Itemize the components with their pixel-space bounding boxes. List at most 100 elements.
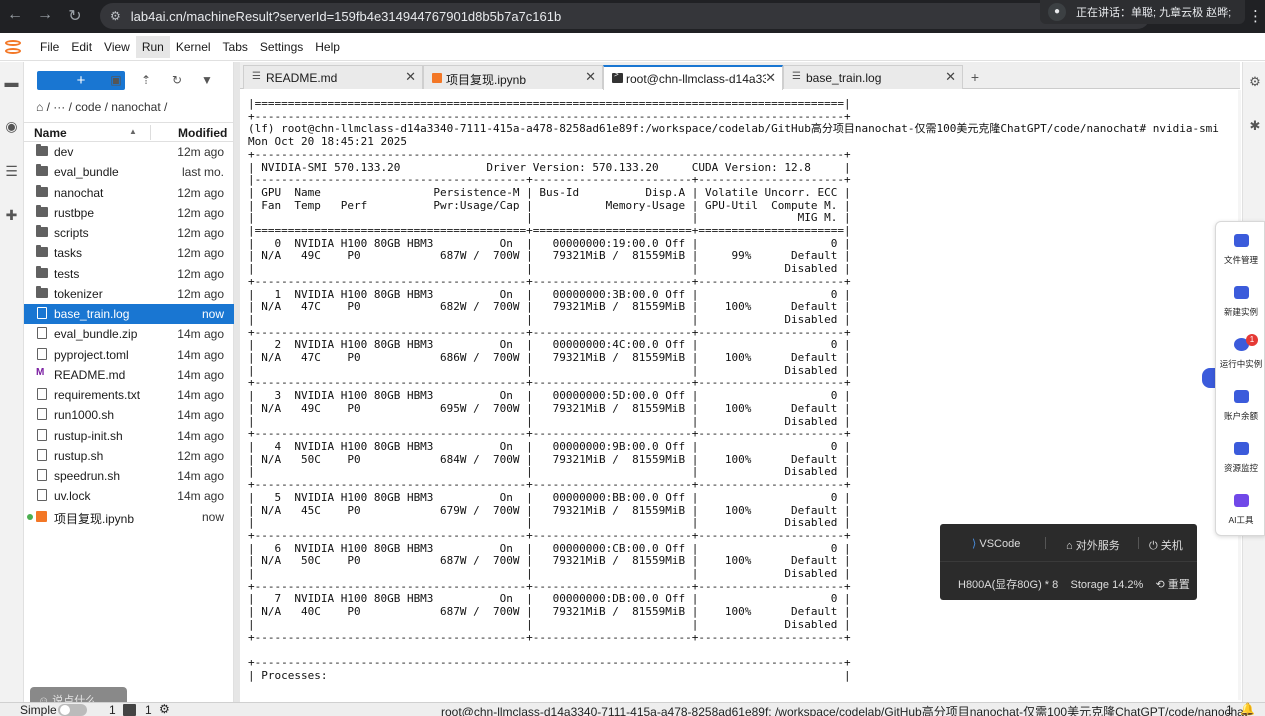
extension-icon[interactable]: ✚ xyxy=(0,203,23,227)
notification-count[interactable]: 1 xyxy=(1226,703,1233,716)
file-icon xyxy=(37,469,47,481)
column-divider[interactable] xyxy=(150,125,151,140)
column-modified[interactable]: Modified xyxy=(178,126,227,140)
shutdown-button[interactable]: ⏻ 关机 xyxy=(1149,537,1183,553)
running-icon[interactable]: ◉ xyxy=(0,114,23,138)
file-list-item[interactable]: 项目复现.ipynb now xyxy=(24,507,234,527)
file-list-item[interactable]: rustup-init.sh 14m ago xyxy=(24,426,234,446)
file-list-item[interactable]: M README.md 14m ago xyxy=(24,365,234,385)
file-browser: + ▣ ⇡ ↻ ▼ ⌂ / ··· / code / nanochat / Na… xyxy=(24,62,234,715)
label: 资源监控 xyxy=(1223,463,1258,473)
file-name: eval_bundle.zip xyxy=(54,327,138,342)
external-service-button[interactable]: ⌂ 对外服务 xyxy=(1066,537,1120,553)
tab-terminal[interactable]: root@chn-llmclass-d14a33 ✕ xyxy=(603,65,783,90)
back-icon[interactable]: ← xyxy=(4,6,26,24)
toc-icon[interactable]: ☰ xyxy=(0,159,23,183)
file-list-item[interactable]: scripts 12m ago xyxy=(24,223,234,243)
tab-notebook[interactable]: 项目复现.ipynb ✕ xyxy=(423,65,603,89)
file-list-item[interactable]: base_train.log now xyxy=(24,304,234,324)
close-icon[interactable]: ✕ xyxy=(765,70,776,86)
speaking-indicator: ● 正在讲话：单聪; 九章云极 赵晔; xyxy=(1040,0,1245,24)
kernel-count[interactable]: 1 xyxy=(145,703,152,716)
file-modified: 14m ago xyxy=(177,327,224,342)
filter-icon[interactable]: ▼ xyxy=(197,71,217,90)
file-list-item[interactable]: rustup.sh 12m ago xyxy=(24,446,234,466)
menu-help[interactable]: Help xyxy=(309,36,346,58)
terminal-panel[interactable]: |=======================================… xyxy=(240,90,1238,700)
menu-kernel[interactable]: Kernel xyxy=(170,36,217,58)
file-list-item[interactable]: pyproject.toml 14m ago xyxy=(24,345,234,365)
new-folder-icon[interactable]: ▣ xyxy=(106,71,126,90)
file-name: scripts xyxy=(54,226,89,240)
file-manager-button[interactable]: 文件管理 xyxy=(1216,234,1265,266)
tab-label: 项目复现.ipynb xyxy=(446,73,527,87)
reset-button[interactable]: ⟲ 重置 xyxy=(1156,579,1190,591)
breadcrumb[interactable]: ⌂ / ··· / code / nanochat / xyxy=(36,100,167,114)
forward-icon[interactable]: → xyxy=(34,6,56,24)
close-icon[interactable]: ✕ xyxy=(945,69,956,85)
file-list-item[interactable]: speedrun.sh 14m ago xyxy=(24,466,234,486)
file-name: README.md xyxy=(54,367,126,382)
home-icon[interactable]: ⌂ xyxy=(36,100,43,114)
file-modified: now xyxy=(201,509,224,524)
bell-icon[interactable]: 🔔 xyxy=(1240,702,1255,716)
file-list-item[interactable]: rustbpe 12m ago xyxy=(24,203,234,223)
file-modified: 12m ago xyxy=(177,266,224,281)
kernel-icon[interactable]: ⚙ xyxy=(159,702,170,716)
ai-tools-button[interactable]: AI工具 xyxy=(1216,494,1265,526)
account-balance-button[interactable]: 账户余额 xyxy=(1216,390,1265,422)
menu-edit[interactable]: Edit xyxy=(65,36,98,58)
file-list-item[interactable]: eval_bundle.zip 14m ago xyxy=(24,324,234,344)
close-icon[interactable]: ✕ xyxy=(585,69,596,85)
machine-info: H800A(显存80G) * 8 Storage 14.2% ⟲ 重置 xyxy=(958,576,1190,592)
tab-readme[interactable]: ☰ README.md ✕ xyxy=(243,65,423,89)
new-instance-button[interactable]: 新建实例 xyxy=(1216,286,1265,318)
divider xyxy=(1045,537,1046,549)
terminal-count[interactable]: 1 xyxy=(109,703,116,716)
close-icon[interactable]: ✕ xyxy=(405,69,416,85)
file-modified: 14m ago xyxy=(177,489,224,504)
file-list-item[interactable]: eval_bundle last mo. xyxy=(24,162,234,182)
refresh-icon[interactable]: ↻ xyxy=(167,71,187,90)
property-inspector-icon[interactable]: ⚙ xyxy=(1247,74,1263,90)
menu-file[interactable]: File xyxy=(34,36,65,58)
text-file-icon: ☰ xyxy=(792,71,801,82)
file-list-item[interactable]: nanochat 12m ago xyxy=(24,183,234,203)
menu-view[interactable]: View xyxy=(98,36,136,58)
debugger-icon[interactable]: ✱ xyxy=(1247,118,1263,134)
file-list-item[interactable]: tasks 12m ago xyxy=(24,243,234,263)
file-browser-toolbar: + ▣ ⇡ ↻ ▼ xyxy=(24,62,234,98)
address-bar[interactable]: ⚙ lab4ai.cn/machineResult?serverId=159fb… xyxy=(100,3,1150,29)
file-list-item[interactable]: tests 12m ago xyxy=(24,264,234,284)
terminal-icon[interactable] xyxy=(123,704,136,716)
folder-icon[interactable]: ▬ xyxy=(0,70,23,94)
running-instances-button[interactable]: 1 运行中实例 xyxy=(1216,334,1265,370)
status-bar: Simple 1 1 ⚙ root@chn-llmclass-d14a3340-… xyxy=(0,702,1265,716)
file-name: rustup.sh xyxy=(54,448,104,463)
file-name: tasks xyxy=(54,246,83,261)
folder-icon xyxy=(36,225,48,237)
tab-base-train-log[interactable]: ☰ base_train.log ✕ xyxy=(783,65,963,89)
file-list-item[interactable]: dev 12m ago xyxy=(24,142,234,162)
file-list-item[interactable]: run1000.sh 14m ago xyxy=(24,405,234,425)
upload-icon[interactable]: ⇡ xyxy=(136,71,156,90)
file-name: tokenizer xyxy=(54,286,103,301)
site-settings-icon[interactable]: ⚙ xyxy=(110,9,121,23)
collapse-toolbar-handle[interactable] xyxy=(1202,368,1216,388)
file-list-item[interactable]: requirements.txt 14m ago xyxy=(24,385,234,405)
file-list-item[interactable]: uv.lock 14m ago xyxy=(24,486,234,506)
resource-monitor-button[interactable]: 资源监控 xyxy=(1216,442,1265,474)
menu-settings[interactable]: Settings xyxy=(254,36,309,58)
reload-icon[interactable]: ↻ xyxy=(64,6,86,26)
breadcrumb-path[interactable]: / ··· / code / nanochat / xyxy=(47,100,168,114)
left-activity-bar: ▬ ◉ ☰ ✚ xyxy=(0,62,24,702)
menu-run[interactable]: Run xyxy=(135,36,170,58)
vscode-button[interactable]: ⟩ VSCode xyxy=(972,537,1020,550)
add-tab-icon[interactable]: + xyxy=(966,68,984,86)
simple-mode-toggle[interactable] xyxy=(58,704,87,716)
file-name: dev xyxy=(54,145,74,159)
menu-tabs[interactable]: Tabs xyxy=(217,36,254,58)
column-name[interactable]: Name xyxy=(34,126,67,140)
browser-menu-icon[interactable]: ⋮ xyxy=(1248,7,1263,25)
file-list-item[interactable]: tokenizer 12m ago xyxy=(24,284,234,304)
